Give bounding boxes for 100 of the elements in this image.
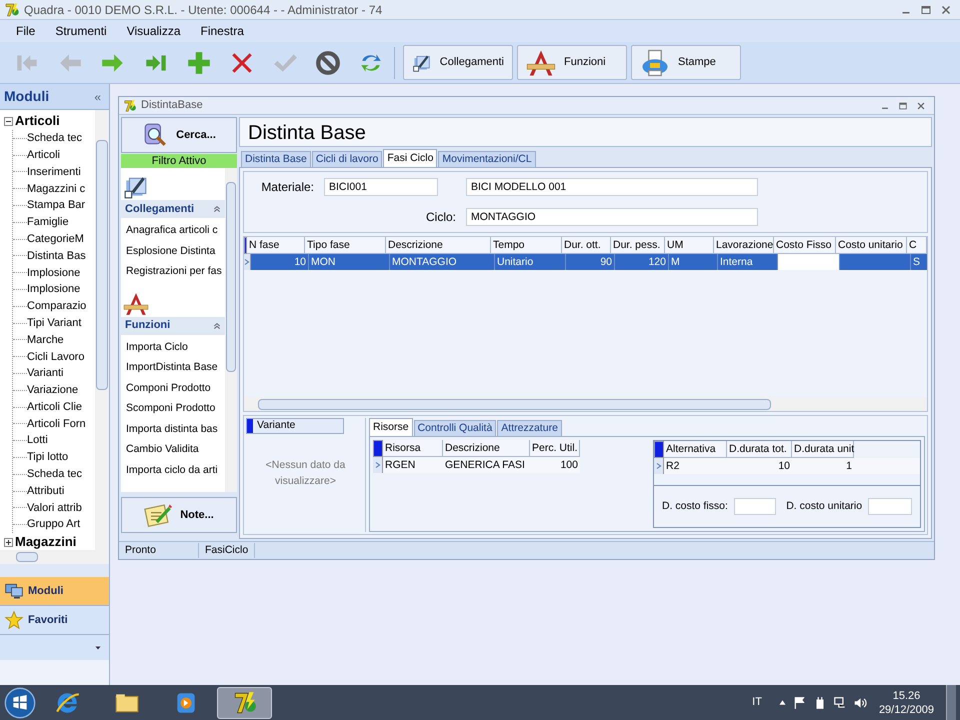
tree-item[interactable]: Magazzini c [27, 180, 86, 198]
menu-item[interactable]: Finestra [196, 22, 248, 40]
column-header[interactable]: Risorsa [383, 440, 443, 457]
link-item[interactable]: Registrazioni per fas [126, 264, 225, 284]
dropdown-arrow-icon[interactable] [95, 644, 101, 650]
column-header[interactable]: N fase [247, 237, 305, 254]
tree-item[interactable]: Cicli Lavoro [27, 348, 84, 365]
column-header[interactable]: Tipo fase [305, 237, 386, 254]
speaker-icon[interactable] [852, 696, 867, 710]
link-item[interactable]: Anagrafica articoli c [126, 223, 225, 244]
language-indicator[interactable]: IT [752, 694, 762, 711]
tree-item[interactable]: Attributi [27, 482, 64, 500]
tree-item[interactable]: Marche [27, 332, 64, 348]
network-icon[interactable] [832, 696, 847, 710]
tab[interactable]: Attrezzature [497, 420, 562, 436]
scrollbar[interactable] [244, 397, 927, 411]
tree-item[interactable]: Inserimenti [27, 164, 81, 180]
toolbar-button[interactable]: Stampe [631, 45, 741, 80]
input-field[interactable]: BICI MODELLO 001 [466, 178, 758, 196]
up-arrow-icon[interactable] [778, 698, 787, 707]
tree-node[interactable]: Articoli [15, 111, 60, 131]
scrollbar[interactable] [95, 110, 109, 550]
tab[interactable]: Fasi Ciclo [383, 149, 438, 167]
column-header[interactable]: Costo unitario [836, 237, 907, 254]
tab[interactable]: Distinta Base [241, 151, 311, 167]
group-header[interactable]: Funzioni [121, 316, 225, 334]
column-header[interactable]: Descrizione [443, 440, 530, 457]
tab[interactable]: Risorse [369, 418, 413, 436]
column-header[interactable]: C [907, 237, 927, 254]
tab[interactable]: Controlli Qualità [414, 420, 496, 436]
maximize-icon[interactable] [920, 4, 932, 16]
tree-item[interactable]: Implosione [27, 264, 80, 282]
column-header[interactable]: Tempo [491, 237, 562, 254]
table-row[interactable]: 10 MON MONTAGGIO Unitario 90 120 M Interna S [244, 254, 927, 270]
clock-time[interactable]: 15.26 [892, 688, 920, 702]
expand-toggle-icon[interactable] [4, 538, 13, 547]
column-header[interactable]: Dur. pess. [611, 237, 665, 254]
tree-item[interactable]: Scheda tec [27, 466, 82, 483]
tree-item[interactable]: Articoli [27, 146, 60, 164]
collapse-chevron-icon[interactable] [213, 205, 221, 213]
column-header[interactable]: UM [665, 237, 714, 254]
scrollbar[interactable] [225, 168, 237, 492]
tree-item[interactable]: Valori attrib [27, 500, 82, 516]
link-item[interactable]: Importa distinta bas [126, 422, 225, 442]
flag-icon[interactable] [792, 696, 807, 710]
tree-item[interactable]: Variazione [27, 382, 78, 399]
column-header[interactable]: Alternativa [664, 441, 727, 458]
search-button[interactable]: Cerca... [121, 117, 237, 153]
tree-item[interactable]: Distinta Bas [27, 248, 86, 264]
nav-button[interactable]: Moduli [0, 577, 109, 606]
column-header[interactable]: Perc. Util. [530, 440, 580, 457]
nav-button[interactable]: Favoriti [0, 606, 109, 635]
tree-item[interactable]: Tipi lotto [27, 449, 68, 466]
link-item[interactable]: ImportDistinta Base [126, 360, 225, 380]
collapse-toggle-icon[interactable] [4, 116, 13, 126]
link-item[interactable]: Cambio Validita [126, 442, 225, 462]
tree-item[interactable]: Tipi Variant [27, 314, 82, 332]
tree-item[interactable]: Comparazio [27, 298, 86, 315]
column-header[interactable]: D.durata unit [792, 441, 854, 458]
tree-item[interactable]: Articoli Forn [27, 416, 86, 432]
column-header[interactable]: Lavorazione [714, 237, 774, 254]
link-item[interactable]: Scomponi Prodotto [126, 401, 225, 422]
start-orb-icon[interactable] [4, 686, 36, 718]
tree-item[interactable]: Stampa Bar [27, 197, 86, 214]
input-field[interactable]: MONTAGGIO [466, 208, 758, 226]
tree-item[interactable]: Famiglie [27, 214, 69, 231]
clock-date[interactable]: 29/12/2009 [878, 702, 934, 716]
tree-item[interactable]: Lotti [27, 432, 48, 449]
column-header[interactable]: D.durata tot. [727, 441, 792, 458]
close-icon[interactable] [916, 100, 926, 110]
input-field[interactable] [734, 498, 776, 515]
column-header[interactable]: Costo Fisso [774, 237, 836, 254]
tree-item[interactable]: Varianti [27, 365, 64, 382]
input-field[interactable]: BICI001 [324, 178, 438, 196]
menu-item[interactable]: Strumenti [51, 22, 111, 40]
tree-item[interactable]: Scheda tec [27, 130, 82, 147]
link-item[interactable]: Importa ciclo da arti [126, 462, 225, 483]
link-item[interactable]: Importa Ciclo [126, 340, 225, 360]
tree-item[interactable]: Implosione [27, 281, 80, 298]
input-field[interactable] [868, 498, 912, 515]
toolbar-button[interactable]: Funzioni [517, 45, 627, 80]
column-header[interactable]: Descrizione [386, 237, 491, 254]
scrollbar[interactable] [0, 550, 109, 564]
maximize-icon[interactable] [898, 100, 908, 110]
close-icon[interactable] [940, 4, 952, 16]
tree-node[interactable]: Magazzini [15, 532, 76, 550]
tree-item[interactable]: CategorieM [27, 230, 84, 248]
notes-button[interactable]: Note... [121, 497, 237, 533]
tab[interactable]: Movimentazioni/CL [438, 151, 536, 167]
collapse-button[interactable]: « [90, 88, 105, 106]
link-item[interactable]: Componi Prodotto [126, 380, 225, 401]
taskbar-button[interactable] [217, 686, 272, 718]
tab[interactable]: Cicli di lavoro [312, 151, 382, 167]
collapse-chevron-icon[interactable] [213, 322, 221, 330]
link-item[interactable]: Esplosione Distinta [126, 244, 225, 264]
tree-item[interactable]: Gruppo Art [27, 516, 80, 533]
splitter-handle[interactable] [0, 564, 109, 577]
toolbar-button[interactable]: Collegamenti [403, 45, 513, 80]
menu-item[interactable]: File [12, 22, 40, 40]
column-header[interactable]: Dur. ott. [562, 237, 611, 254]
